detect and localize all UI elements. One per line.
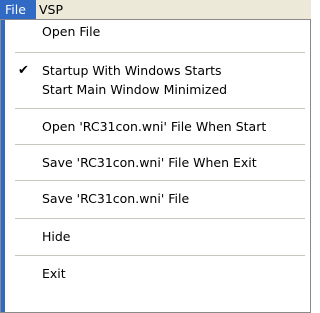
menu-separator	[15, 108, 305, 109]
menu-file-label: File	[5, 2, 26, 17]
menu-bar: File VSP	[0, 0, 311, 20]
menu-separator	[15, 255, 305, 256]
menu-separator	[15, 218, 305, 219]
menu-item-label: Start Main Window Minimized	[42, 82, 228, 97]
menu-vsp[interactable]: VSP	[34, 0, 68, 19]
menu-file[interactable]: File	[0, 0, 36, 19]
menu-item-label: Save 'RC31con.wni' File When Exit	[42, 155, 257, 170]
menu-item-startup-with-windows[interactable]: ✔ Startup With Windows Starts	[1, 61, 310, 81]
menu-item-label: Startup With Windows Starts	[42, 63, 222, 78]
menu-item-label: Open File	[42, 24, 101, 39]
menu-vsp-label: VSP	[39, 2, 64, 17]
menu-item-label: Open 'RC31con.wni' File When Start	[42, 119, 267, 134]
menu-item-hide[interactable]: Hide	[1, 227, 310, 247]
menu-item-label: Exit	[42, 266, 66, 281]
menu-item-exit[interactable]: Exit	[1, 264, 310, 284]
checkmark-icon: ✔	[18, 63, 29, 78]
menu-separator	[15, 52, 305, 53]
menu-item-save-file[interactable]: Save 'RC31con.wni' File	[1, 189, 310, 209]
menu-item-label: Hide	[42, 229, 71, 244]
menu-item-open-on-start[interactable]: Open 'RC31con.wni' File When Start	[1, 117, 310, 137]
menu-item-label: Save 'RC31con.wni' File	[42, 191, 190, 206]
menu-separator	[15, 144, 305, 145]
menu-item-open-file[interactable]: Open File	[1, 22, 310, 42]
menu-item-start-minimized[interactable]: Start Main Window Minimized	[1, 80, 310, 100]
file-dropdown-menu: Open File ✔ Startup With Windows Starts …	[0, 19, 311, 313]
menu-separator	[15, 180, 305, 181]
menu-item-save-on-exit[interactable]: Save 'RC31con.wni' File When Exit	[1, 153, 310, 173]
